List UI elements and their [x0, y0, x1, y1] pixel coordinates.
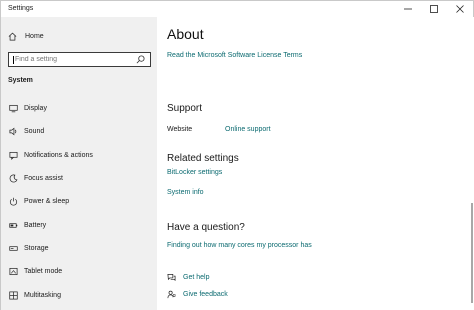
sidebar-item-power-sleep[interactable]: Power & sleep — [1, 190, 157, 213]
sidebar-item-display[interactable]: Display — [1, 97, 157, 120]
content-pane: About Read the Microsoft Software Licens… — [157, 17, 474, 310]
home-nav-item[interactable]: Home — [8, 30, 44, 42]
notifications-icon — [9, 151, 18, 160]
sidebar-item-label: Sound — [24, 128, 45, 136]
sidebar-item-storage[interactable]: Storage — [1, 237, 157, 260]
sidebar-item-label: Battery — [24, 221, 47, 229]
give-feedback-row[interactable]: Give feedback — [167, 290, 228, 299]
give-feedback-icon — [167, 290, 176, 299]
home-label: Home — [25, 32, 44, 40]
sidebar-item-notifications[interactable]: Notifications & actions — [1, 144, 157, 167]
system-info-link[interactable]: System info — [167, 189, 204, 196]
search-icon[interactable] — [136, 55, 145, 64]
processor-cores-link[interactable]: Finding out how many cores my processor … — [167, 242, 312, 249]
sidebar-item-tablet-mode[interactable]: Tablet mode — [1, 260, 157, 283]
related-settings-heading: Related settings — [167, 153, 239, 164]
support-heading: Support — [167, 103, 203, 114]
display-icon — [9, 105, 18, 113]
get-help-link[interactable]: Get help — [183, 274, 209, 281]
settings-window: Settings Home System — [0, 0, 474, 310]
system-nav-list: Display Sound Notifications & actions Fo… — [1, 97, 157, 307]
maximize-button[interactable] — [421, 1, 447, 17]
sidebar-item-multitasking[interactable]: Multitasking — [1, 283, 157, 306]
sidebar-item-label: Notifications & actions — [24, 151, 93, 159]
give-feedback-link[interactable]: Give feedback — [183, 291, 228, 298]
bitlocker-settings-link[interactable]: BitLocker settings — [167, 169, 222, 176]
close-button[interactable] — [447, 1, 473, 17]
minimize-icon — [404, 8, 412, 10]
minimize-button[interactable] — [395, 1, 421, 17]
multitasking-icon — [9, 291, 18, 299]
battery-icon — [9, 222, 18, 228]
search-box[interactable] — [8, 52, 151, 67]
focus-assist-icon — [9, 174, 18, 183]
sidebar-item-sound[interactable]: Sound — [1, 120, 157, 143]
power-icon — [9, 198, 18, 206]
sidebar-item-label: Power & sleep — [24, 198, 70, 206]
get-help-row[interactable]: Get help — [167, 273, 209, 282]
sidebar-item-battery[interactable]: Battery — [1, 213, 157, 236]
search-input[interactable] — [15, 53, 133, 66]
sidebar-item-focus-assist[interactable]: Focus assist — [1, 167, 157, 190]
page-title: About — [167, 26, 204, 42]
tablet-mode-icon — [9, 268, 18, 276]
text-caret — [13, 56, 14, 64]
maximize-icon — [430, 5, 438, 13]
sidebar-item-label: Storage — [24, 244, 49, 252]
website-label: Website — [167, 126, 193, 133]
home-icon — [8, 32, 17, 40]
storage-icon — [9, 246, 18, 251]
sidebar: Home System Display Sound Notifications … — [1, 17, 157, 310]
online-support-link[interactable]: Online support — [225, 126, 271, 133]
sidebar-item-label: Focus assist — [24, 175, 63, 183]
title-bar: Settings — [1, 1, 473, 17]
sidebar-item-label: Multitasking — [24, 291, 61, 299]
scrollbar-thumb[interactable] — [471, 203, 473, 303]
license-terms-link[interactable]: Read the Microsoft Software License Term… — [167, 52, 302, 59]
sidebar-item-label: Display — [24, 105, 47, 113]
close-icon — [456, 5, 464, 13]
window-title: Settings — [8, 5, 34, 12]
section-title-system: System — [8, 77, 33, 84]
question-heading: Have a question? — [167, 222, 245, 233]
window-controls — [395, 1, 473, 17]
sidebar-item-label: Tablet mode — [24, 268, 63, 276]
sound-icon — [9, 128, 17, 136]
get-help-icon — [167, 273, 176, 281]
